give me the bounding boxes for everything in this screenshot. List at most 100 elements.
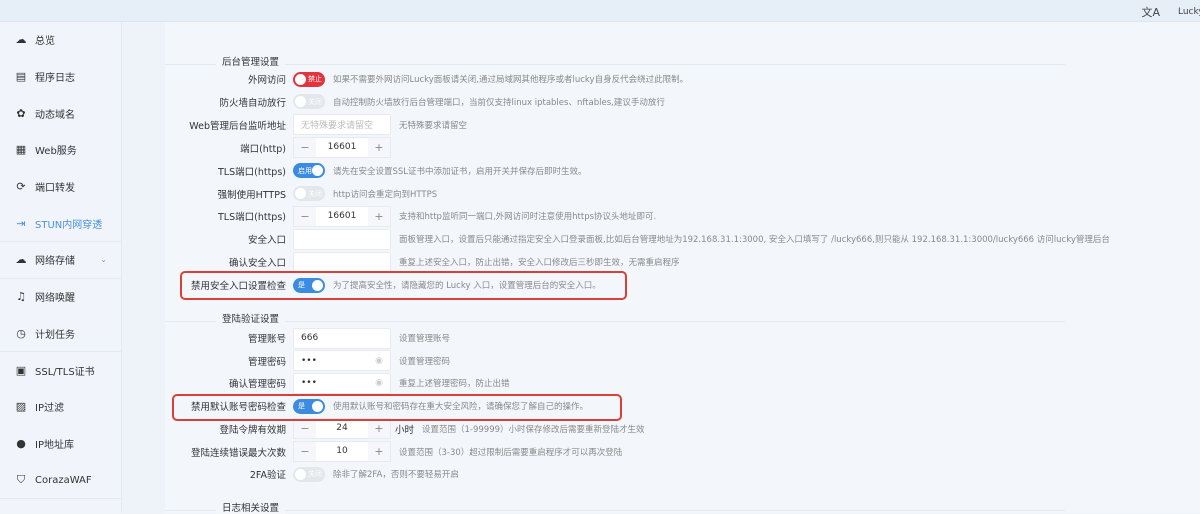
sidebar-item[interactable]: ⇥ STUN内网穿透 (0, 205, 121, 243)
minus-button[interactable]: − (294, 419, 316, 439)
toggle-knob (295, 73, 306, 85)
setting-label: 端口(http) (240, 143, 286, 155)
toggle-switch[interactable]: 关闭 (293, 94, 325, 110)
eye-icon[interactable]: ◉ (375, 378, 383, 388)
top-bar: 文A Lucky (0, 0, 1200, 22)
sidebar-item[interactable]: ✿ 动态域名 (0, 95, 121, 132)
toggle-text: 启用 (298, 166, 312, 175)
hint-text: 重复上述安全入口，防止出错，安全入口修改后三秒即生效，无需重启程序 (399, 258, 680, 269)
password-input[interactable]: ••• ◉ (293, 350, 391, 372)
chevron-down-icon: ⌄ (100, 255, 107, 265)
sidebar-item[interactable]: ♫ 网络唤醒 (0, 279, 121, 316)
plus-button[interactable]: + (368, 442, 390, 461)
certificate-icon: ▣ (15, 363, 27, 377)
stepper-value: 24 (336, 423, 348, 434)
hint-text: 设置范围（3-30）超过限制后需要重启程序才可以再次登陆 (399, 447, 623, 458)
unit-label: 小时 (395, 424, 415, 436)
bell-icon: ♫ (16, 290, 26, 304)
hint-text: 重复上述管理密码，防止出错 (399, 379, 510, 390)
hint-text: 请先在安全设置SSL证书中添加证书，启用开关并保存后即时生效。 (333, 166, 587, 177)
sidebar-item[interactable]: ▨ IP过滤 (0, 389, 121, 426)
minus-button[interactable]: − (294, 138, 316, 158)
sidebar-item-label: 网络存储 (35, 256, 75, 268)
password-input[interactable]: ••• ◉ (293, 372, 391, 394)
plus-button[interactable]: + (368, 138, 390, 158)
setting-label: 登陆令牌有效期 (219, 424, 286, 436)
number-stepper[interactable]: −16601 + (293, 137, 391, 159)
filter-icon: ▨ (15, 400, 27, 414)
eye-icon[interactable]: ◉ (375, 356, 383, 366)
section-title: 后台管理设置 (216, 54, 286, 68)
sidebar-item[interactable]: ▣ SSL/TLS证书 (0, 352, 121, 389)
hint-text: 设置管理账号 (399, 334, 451, 344)
user-name[interactable]: Lucky (1178, 7, 1200, 17)
sidebar-item[interactable]: ▤ 程序日志 (0, 59, 121, 96)
password-value: ••• (301, 355, 317, 366)
shield-icon: ⛉ (16, 473, 26, 487)
setting-row: 管理账号 666 设置管理账号 (165, 327, 450, 349)
toggle-text: 关闭 (308, 470, 322, 479)
setting-row: 确认管理密码 ••• ◉ 重复上述管理密码，防止出错 (165, 372, 510, 394)
toggle-switch[interactable]: 禁止 (293, 71, 325, 87)
setting-row: 安全入口 面板管理入口，设置后只能通过指定安全入口登录面板,比如后台管理地址为19… (165, 228, 1110, 250)
sidebar-item-label: 端口转发 (35, 183, 75, 195)
setting-label: 防火墙自动放行 (219, 97, 286, 109)
sidebar-item[interactable]: ▦ Web服务 (0, 132, 121, 169)
sidebar-item-label: IP地址库 (35, 439, 74, 451)
web-service-icon: ▦ (15, 143, 27, 157)
setting-label: 确认管理密码 (228, 379, 286, 391)
hint-text: 除非了解2FA，否则不要轻易开启 (333, 470, 459, 481)
setting-row: 登陆连续错误最大次数 − 10 + 设置范围（3-30）超过限制后需要重启程序才可以再次… (165, 441, 622, 463)
toggle-switch[interactable]: 关闭 (293, 186, 325, 201)
section-title: 登陆验证设置 (216, 311, 286, 325)
plus-button[interactable]: + (368, 206, 390, 226)
setting-label: 安全入口 (247, 235, 286, 247)
setting-label: 管理账号 (247, 334, 286, 345)
text-input[interactable] (293, 251, 391, 273)
text-input[interactable]: 无特殊要求请留空 (293, 114, 391, 136)
text-input[interactable] (293, 228, 391, 250)
sidebar-item[interactable]: ⟳ 端口转发 (0, 169, 121, 206)
setting-row: 2FA验证 关闭 除非了解2FA，否则不要轻易开启 (165, 463, 459, 485)
cloud-storage-icon: ☁ (15, 253, 27, 267)
dashboard-icon: ☁ (15, 33, 27, 47)
sidebar-item-label: 动态域名 (35, 109, 75, 121)
setting-row: 管理密码 ••• ◉ 设置管理密码 (165, 350, 450, 372)
hint-text: 支持和http监听同一端口,外网访问时注意使用https协议头地址即可. (399, 212, 657, 223)
setting-row: 强制使用HTTPS 关闭 http访问会重定向到HTTPS (165, 183, 437, 205)
sidebar-item[interactable]: ● IP地址库 (0, 426, 121, 463)
sidebar-item[interactable]: ☁ 总览 (0, 22, 121, 59)
text-input[interactable]: 666 (293, 327, 391, 349)
stepper-value: 16601 (327, 210, 357, 221)
sidebar-item[interactable]: ⛉ CorazaWAF (0, 462, 121, 499)
highlight-box-entry-check (180, 271, 627, 300)
hint-text: http访问会重定向到HTTPS (333, 189, 438, 200)
setting-row: 防火墙自动放行 关闭 自动控制防火墙放行后台管理端口，当前仅支持linux ipta… (165, 91, 665, 113)
plus-button[interactable]: + (368, 419, 390, 439)
section-divider (165, 321, 1065, 322)
toggle-switch[interactable]: 关闭 (293, 466, 325, 482)
number-stepper[interactable]: − 24 + (293, 418, 391, 440)
translate-icon[interactable]: 文A (1141, 4, 1160, 20)
number-stepper[interactable]: − 10 + (293, 441, 391, 462)
hint-text: 自动控制防火墙放行后台管理端口，当前仅支持linux iptables、nfta… (333, 97, 665, 108)
number-stepper[interactable]: −16601 + (293, 205, 391, 227)
sidebar-item-label: Web服务 (35, 146, 77, 158)
setting-label: 确认安全入口 (228, 258, 286, 270)
setting-label: TLS端口(https) (218, 166, 286, 178)
hint-text: 设置范围（1-99999）小时保存修改后需要重新登陆才生效 (422, 424, 645, 435)
sidebar-item[interactable]: ☁ 网络存储 ⌄ (0, 242, 121, 279)
minus-button[interactable]: − (294, 442, 316, 461)
setting-label: 管理密码 (247, 356, 286, 368)
setting-label: 强制使用HTTPS (217, 189, 286, 201)
hint-text: 无特殊要求请留空 (399, 120, 468, 131)
toggle-switch[interactable]: 启用 (293, 163, 325, 179)
sidebar-item[interactable]: ◷ 计划任务 (0, 316, 121, 353)
section-divider (165, 510, 1065, 511)
setting-label: TLS端口(https) (218, 212, 286, 224)
toggle-knob (295, 96, 306, 108)
setting-row: 登陆令牌有效期 − 24 + 小时 设置范围（1-99999）小时保存修改后需要重新登陆才… (165, 418, 645, 440)
minus-button[interactable]: − (294, 206, 316, 226)
stepper-value: 10 (336, 446, 348, 456)
toggle-text: 关闭 (308, 189, 322, 198)
